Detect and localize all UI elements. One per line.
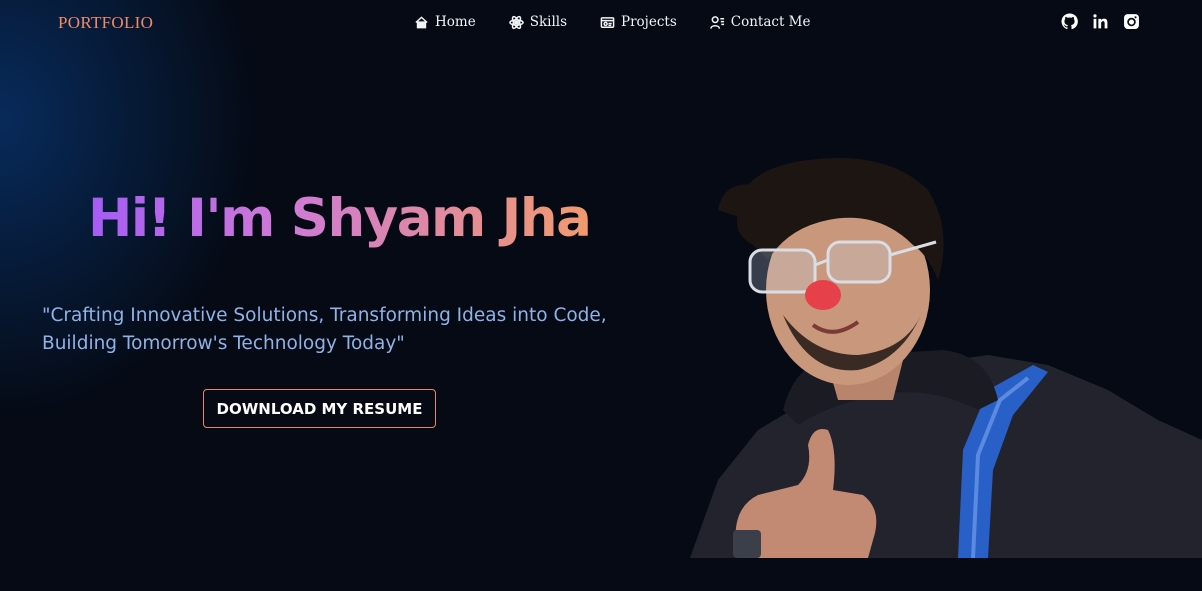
nav-item-skills[interactable]: Skills — [508, 14, 568, 30]
navbar: PORTFOLIO Home Skills Projects Contact M… — [0, 0, 1202, 46]
person-portrait-image — [690, 158, 1202, 558]
projects-icon — [600, 16, 615, 28]
instagram-link[interactable] — [1122, 12, 1140, 30]
contact-icon — [709, 15, 724, 29]
nav-item-label: Home — [435, 14, 476, 30]
github-link[interactable] — [1060, 12, 1078, 30]
nav-item-projects[interactable]: Projects — [600, 14, 677, 30]
github-icon — [1061, 13, 1078, 29]
download-resume-button[interactable]: DOWNLOAD MY RESUME — [203, 389, 436, 428]
linkedin-icon — [1092, 13, 1107, 28]
nav-item-label: Skills — [529, 14, 568, 30]
nav-item-home[interactable]: Home — [414, 14, 476, 30]
hero-tagline: "Crafting Innovative Solutions, Transfor… — [42, 305, 607, 354]
social-links — [1060, 12, 1140, 30]
nav-links: Home Skills Projects Contact Me — [414, 14, 811, 30]
nav-item-contact[interactable]: Contact Me — [709, 14, 811, 30]
nav-item-label: Projects — [621, 14, 677, 30]
home-icon — [415, 15, 428, 28]
profile-photo — [688, 150, 1202, 558]
nav-item-label: Contact Me — [730, 14, 811, 30]
instagram-icon — [1123, 13, 1139, 29]
hero-title: Hi! I'm Shyam Jha — [88, 184, 592, 254]
linkedin-link[interactable] — [1091, 12, 1109, 30]
atom-icon — [508, 15, 524, 29]
brand-logo[interactable]: PORTFOLIO — [58, 13, 153, 33]
